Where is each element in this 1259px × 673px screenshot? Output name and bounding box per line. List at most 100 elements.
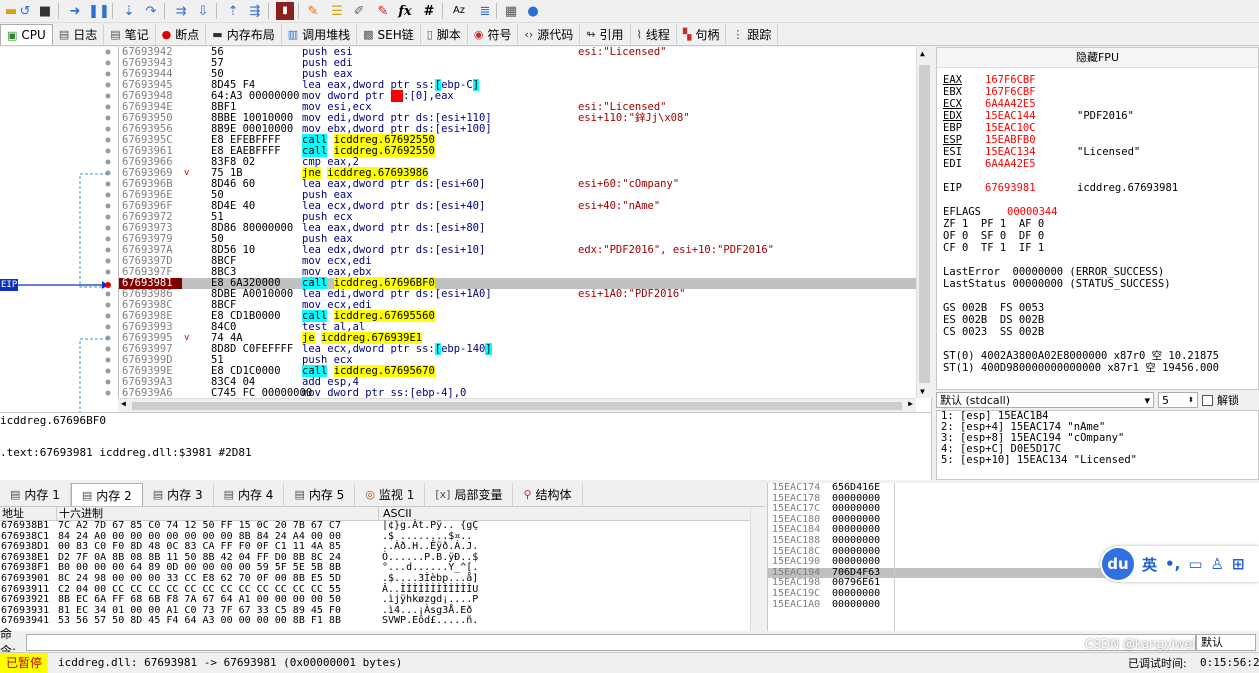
tab-dump-3[interactable]: ▤ 内存 3 — [142, 483, 214, 506]
breakpoint-slot-dot[interactable] — [105, 93, 111, 99]
expression-icon[interactable]: fx — [396, 2, 414, 20]
register-line[interactable]: ESI 15EAC134 "Licensed" — [937, 146, 1258, 158]
scroll-thumb[interactable] — [132, 402, 902, 410]
breakpoint-slot-dot[interactable] — [105, 126, 111, 132]
step-into-icon[interactable]: ⇣ — [120, 2, 138, 20]
step-over-icon[interactable]: ↷ — [142, 2, 160, 20]
disasm-row[interactable]: 6769396F 8D4E 40 lea ecx,dword ptr ds:[esi… — [119, 201, 916, 212]
tab-dump-4[interactable]: ▤ 内存 4 — [213, 483, 285, 506]
close-icon[interactable]: ■ — [36, 2, 54, 20]
breakpoint-icon[interactable]: ✎ — [374, 2, 392, 20]
tab-dump-6[interactable]: ◎ 监视 1 — [355, 483, 426, 506]
breakpoint-slot-dot[interactable] — [105, 170, 111, 176]
register-line[interactable]: EFLAGS 00000344 — [937, 206, 1258, 218]
disasm-row[interactable]: 6769397A 8D56 10 lea edx,dword ptr ds:[esi… — [119, 245, 916, 256]
breakpoint-slot-dot[interactable] — [105, 335, 111, 341]
breakpoint-slot-dot[interactable] — [105, 181, 111, 187]
breakpoint-slot-dot[interactable] — [105, 390, 111, 396]
calculator-icon[interactable]: ▦ — [502, 2, 520, 20]
stack-row[interactable]: 15EAC174 656D416E — [768, 482, 1259, 494]
breakpoint-slot-dot[interactable] — [105, 71, 111, 77]
ime-punctuation[interactable]: •, — [1165, 555, 1180, 573]
unlock-checkbox[interactable] — [1202, 394, 1213, 406]
comment-icon[interactable]: ✎ — [304, 2, 322, 20]
breakpoint-slot-dot[interactable] — [105, 159, 111, 165]
baidu-ime-toolbar[interactable]: du 英 •, ▭ ♙ ⊞ — [1100, 546, 1259, 582]
tab-dump-8[interactable]: ⚲ 结构体 — [513, 483, 583, 506]
register-line[interactable]: ECX 6A4A42E5 — [937, 98, 1258, 110]
tab-dump-1[interactable]: ▤ 内存 1 — [0, 483, 71, 506]
stack-argument[interactable]: 5: [esp+10] 15EAC134 "Licensed" — [941, 455, 1254, 466]
disasm-row[interactable]: 67693986 8DBE A0010000 lea edi,dword ptr d… — [119, 289, 916, 300]
hide-fpu-button[interactable]: 隐藏FPU — [937, 48, 1258, 68]
tab-call-stack[interactable]: ▥ 调用堆栈 — [281, 24, 358, 45]
disassembly-vscroll[interactable]: ▲ ▼ — [916, 47, 932, 398]
breakpoint-slot-dot[interactable] — [105, 192, 111, 198]
tab-dump-2[interactable]: ▤ 内存 2 — [70, 483, 143, 506]
tab-cpu[interactable]: ▣ CPU — [0, 24, 53, 45]
arg-count-spinner[interactable]: 5 ⬍ — [1158, 392, 1198, 408]
microphone-icon[interactable]: ♙ — [1211, 555, 1224, 573]
scroll-up-icon[interactable]: ▲ — [920, 49, 925, 58]
disassembly-hscroll[interactable]: ◀ ▶ — [118, 398, 916, 412]
command-input[interactable] — [26, 633, 1196, 651]
breakpoint-slot-dot[interactable] — [105, 247, 111, 253]
breakpoint-slot-dot[interactable] — [105, 313, 111, 319]
stack-row[interactable]: 15EAC1A0 00000000 — [768, 599, 1259, 611]
scroll-left-icon[interactable]: ◀ — [121, 399, 126, 408]
tab-trace[interactable]: ⋮ 跟踪 — [726, 24, 779, 45]
execute-till-return-icon[interactable]: ⇡ — [224, 2, 242, 20]
run-to-user-code-icon[interactable]: ⇶ — [246, 2, 264, 20]
breakpoint-slot-dot[interactable] — [105, 269, 111, 275]
grid-icon[interactable]: ⊞ — [1232, 555, 1245, 573]
hash-icon[interactable]: # — [420, 2, 438, 20]
breakpoint-slot-dot[interactable] — [105, 60, 111, 66]
breakpoint-slot-dot[interactable] — [105, 346, 111, 352]
disasm-row[interactable]: 67693942 56 push esi esi:"Licensed" — [119, 47, 916, 58]
calling-convention-select[interactable]: 默认 (stdcall) ▾ — [936, 392, 1154, 408]
tab-handles[interactable]: ▚ 句柄 — [676, 24, 727, 45]
register-line[interactable] — [937, 194, 1258, 206]
dump-row[interactable]: 67693941 53 56 57 50 8D 45 F4 64 A3 00 00… — [0, 616, 765, 627]
register-line[interactable] — [937, 170, 1258, 182]
stack-row[interactable]: 15EAC188 00000000 — [768, 535, 1259, 547]
font-icon[interactable]: Az — [450, 2, 468, 20]
breakpoint-slot-dot[interactable] — [105, 148, 111, 154]
list-icon[interactable]: ≣ — [476, 2, 494, 20]
baidu-logo[interactable]: du — [1102, 548, 1134, 580]
breakpoint-slot-dot[interactable] — [105, 368, 111, 374]
restart-icon[interactable]: ↺ — [16, 2, 34, 20]
register-line[interactable]: EDX 15EAC144 "PDF2016" — [937, 110, 1258, 122]
breakpoint-slot-dot[interactable] — [105, 225, 111, 231]
breakpoint-slot-dot[interactable] — [105, 302, 111, 308]
breakpoint-slot-dot[interactable] — [105, 291, 111, 297]
tab-dump-5[interactable]: ▤ 内存 5 — [284, 483, 356, 506]
disasm-row[interactable]: 67693943 57 push edi — [119, 58, 916, 69]
breakpoint-slot-dot[interactable] — [105, 379, 111, 385]
register-line[interactable]: ESP 15EABFB0 — [937, 134, 1258, 146]
tab-references[interactable]: ↬ 引用 — [580, 24, 631, 45]
bookmark-icon[interactable]: ✐ — [350, 2, 368, 20]
memory-dump[interactable]: 地址 十六进制 ASCII 676938B1 7C A2 7D 67 85 C0 … — [0, 507, 765, 631]
tab-source[interactable]: ‹› 源代码 — [518, 24, 581, 45]
register-line[interactable]: EDI 6A4A42E5 — [937, 158, 1258, 170]
scroll-down-icon[interactable]: ▼ — [920, 387, 925, 396]
disasm-row[interactable]: 67693973 8D86 80000000 lea eax,dword ptr d… — [119, 223, 916, 234]
disasm-row[interactable]: 676939A6 C745 FC 00000000 mov dword ptr ss… — [119, 388, 916, 399]
tab-seh[interactable]: ▩ SEH链 — [357, 24, 421, 45]
command-mode-select[interactable]: 默认 — [1196, 633, 1256, 651]
breakpoint-slot-dot[interactable] — [105, 203, 111, 209]
trace-over-icon[interactable]: ⇩ — [194, 2, 212, 20]
breakpoint-slot-dot[interactable] — [105, 357, 111, 363]
breakpoint-slot-dot[interactable] — [105, 258, 111, 264]
breakpoint-slot-dot[interactable] — [105, 104, 111, 110]
register-line[interactable]: EIP 67693981 icddreg.67693981 — [937, 182, 1258, 194]
tab-notes[interactable]: ▤ 笔记 — [104, 24, 156, 45]
run-icon[interactable]: ➜ — [66, 2, 84, 20]
globe-icon[interactable]: ● — [524, 2, 542, 20]
tab-log[interactable]: ▤ 日志 — [52, 24, 105, 45]
disasm-row[interactable]: 6769397D 8BCF mov ecx,edi — [119, 256, 916, 267]
keyboard-icon[interactable]: ▭ — [1188, 555, 1202, 573]
dump-row[interactable]: 676938B1 7C A2 7D 67 85 C0 74 12 50 FF 15… — [0, 520, 765, 532]
disasm-row[interactable]: 67693948 64:A3 00000000 mov dword ptr fs:[… — [119, 90, 916, 102]
